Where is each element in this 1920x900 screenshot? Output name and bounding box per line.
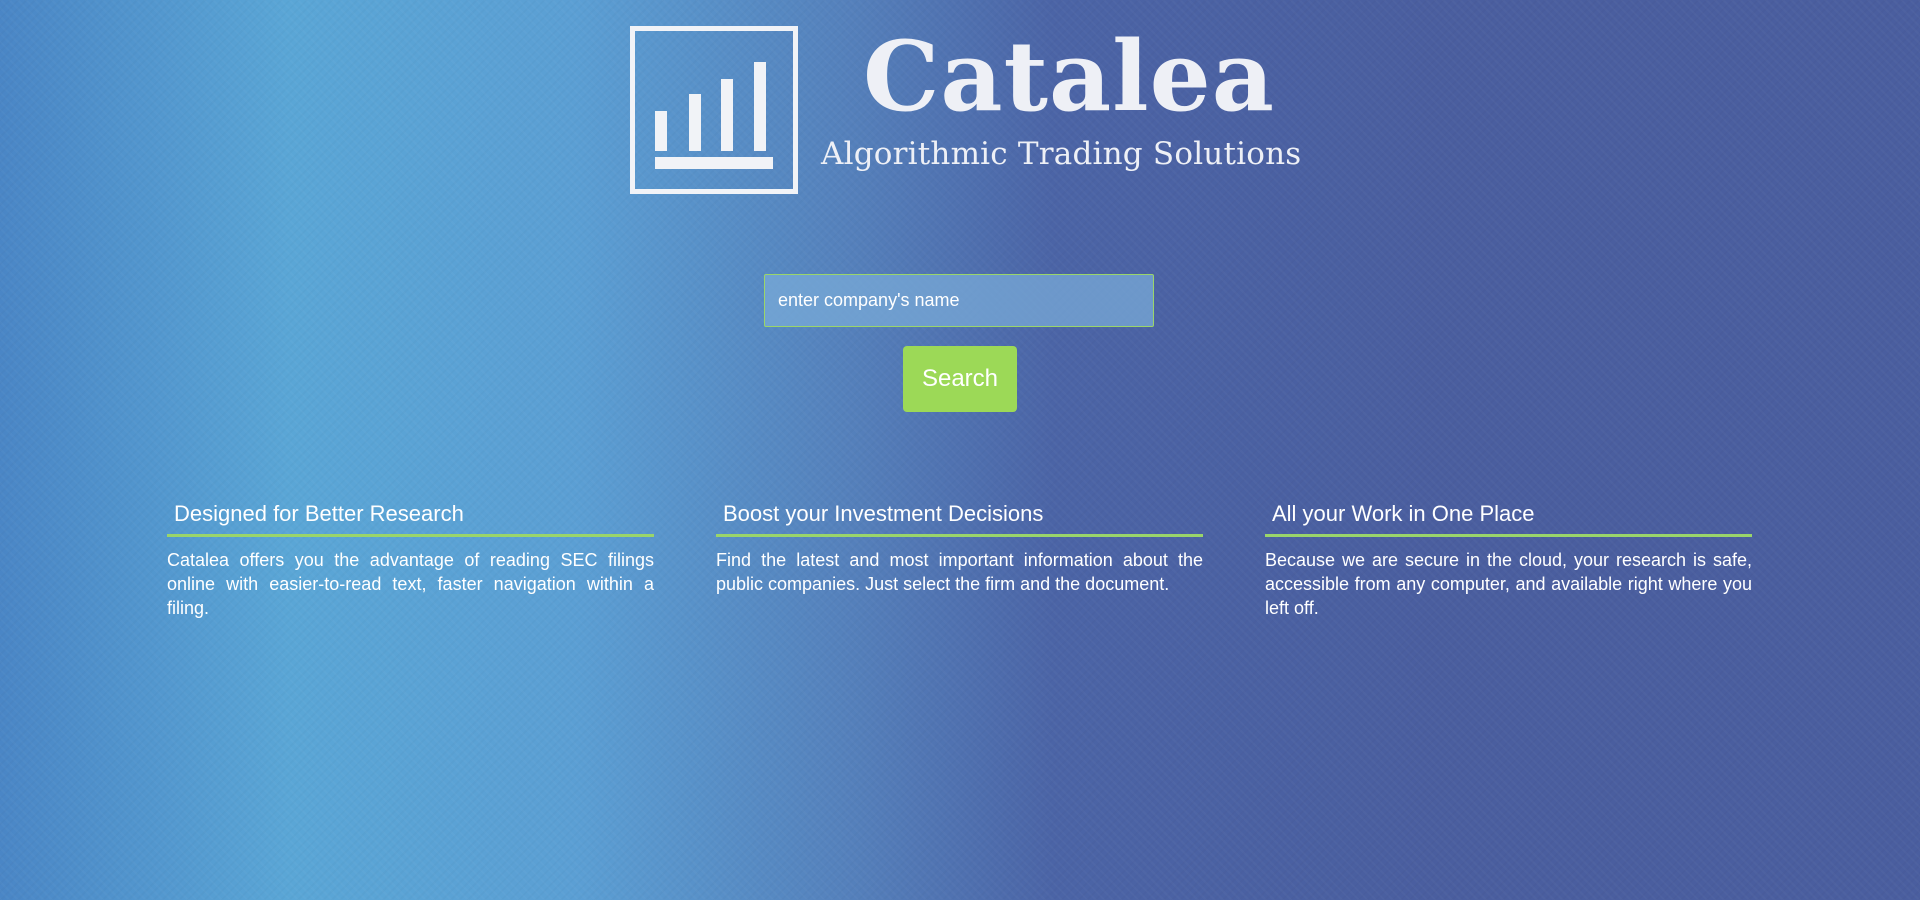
- brand-name: Catalea: [863, 20, 1275, 133]
- feature-text: Because we are secure in the cloud, your…: [1265, 549, 1752, 618]
- company-search-form: Search: [764, 274, 1154, 412]
- feature-title: All your Work in One Place: [1265, 500, 1752, 537]
- feature-investment: Boost your Investment Decisions Find the…: [716, 500, 1203, 596]
- search-button[interactable]: Search: [903, 346, 1017, 412]
- company-search-input[interactable]: [764, 274, 1154, 327]
- bar-chart-icon: [630, 26, 798, 194]
- feature-cloud: All your Work in One Place Because we ar…: [1265, 500, 1752, 620]
- feature-text: Find the latest and most important infor…: [716, 549, 1203, 594]
- feature-title: Boost your Investment Decisions: [716, 500, 1203, 537]
- feature-text: Catalea offers you the advantage of read…: [167, 549, 654, 618]
- brand-tagline: Algorithmic Trading Solutions: [821, 136, 1302, 172]
- site-logo: Catalea Algorithmic Trading Solutions: [630, 21, 1301, 194]
- feature-research: Designed for Better Research Catalea off…: [167, 500, 654, 620]
- feature-title: Designed for Better Research: [167, 500, 654, 537]
